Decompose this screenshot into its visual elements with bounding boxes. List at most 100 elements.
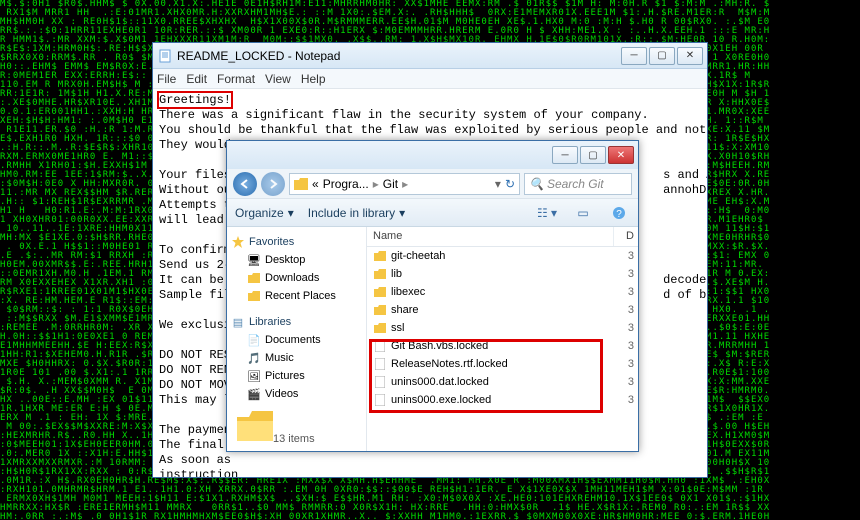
file-date: 3 [614, 376, 638, 388]
file-name: ReleaseNotes.rtf.locked [391, 358, 508, 370]
nav-item-documents[interactable]: 📄 Documents [231, 331, 362, 349]
file-row[interactable]: unins000.exe.locked 3 [367, 391, 638, 409]
breadcrumb-segment[interactable]: Git [383, 177, 398, 191]
close-button[interactable]: ✕ [677, 47, 703, 65]
column-header-date[interactable]: D [614, 227, 638, 246]
file-icon [373, 357, 387, 371]
menu-format[interactable]: Format [217, 72, 255, 86]
pictures-icon: 🖼 [247, 369, 261, 383]
desktop-icon: 🖥 [247, 253, 261, 267]
videos-icon: 🎬 [247, 387, 261, 401]
file-name: git-cheetah [391, 250, 445, 262]
breadcrumb-segment[interactable]: Progra... [323, 177, 369, 191]
menu-edit[interactable]: Edit [186, 72, 207, 86]
chevron-right-icon: ▸ [373, 177, 379, 191]
file-date: 3 [614, 358, 638, 370]
chevron-down-icon: ▾ [399, 206, 405, 220]
music-icon: 🎵 [247, 351, 261, 365]
close-button[interactable]: ✕ [608, 146, 634, 164]
nav-item-desktop[interactable]: 🖥 Desktop [231, 251, 362, 269]
menu-file[interactable]: File [157, 72, 176, 86]
folder-row[interactable]: git-cheetah 3 [367, 247, 638, 265]
file-name: Git Bash.vbs.locked [391, 340, 488, 352]
folder-row[interactable]: ssl 3 [367, 319, 638, 337]
nav-forward-button[interactable] [261, 172, 285, 196]
file-date: 3 [614, 322, 638, 334]
column-header-name[interactable]: Name [367, 227, 614, 246]
nav-item-pictures[interactable]: 🖼 Pictures [231, 367, 362, 385]
search-input[interactable]: 🔍 Search Git [524, 173, 632, 195]
nav-item-videos[interactable]: 🎬 Videos [231, 385, 362, 403]
status-item-count: 13 items [273, 433, 315, 445]
help-button[interactable]: ? [608, 204, 630, 222]
file-name: unins000.exe.locked [391, 394, 491, 406]
dropdown-icon[interactable]: ▾ [495, 177, 501, 191]
chevron-down-icon: ▾ [288, 206, 294, 220]
menu-help[interactable]: Help [301, 72, 326, 86]
explorer-nav-pane: Favorites 🖥 Desktop Downloads Recen [227, 227, 367, 451]
folder-icon [373, 267, 387, 281]
explorer-address-bar: « Progra... ▸ Git ▸ ▾ ↻ 🔍 Search Git [227, 169, 638, 199]
nav-item-recent-places[interactable]: Recent Places [231, 287, 362, 305]
minimize-button[interactable]: ─ [621, 47, 647, 65]
file-icon [373, 339, 387, 353]
address-field[interactable]: « Progra... ▸ Git ▸ ▾ ↻ [289, 173, 520, 195]
nav-section-favorites[interactable]: Favorites [231, 233, 362, 251]
greeting-highlight: Greetings! [159, 93, 231, 107]
file-row[interactable]: ReleaseNotes.rtf.locked 3 [367, 355, 638, 373]
search-icon: 🔍 [529, 177, 544, 191]
notepad-app-icon [159, 49, 173, 63]
explorer-window: ─ ▢ ✕ « Progra... ▸ Git ▸ ▾ ↻ 🔍 Search G… [226, 140, 639, 452]
folder-icon [247, 271, 261, 285]
folder-icon [247, 289, 261, 303]
explorer-titlebar[interactable]: ─ ▢ ✕ [227, 141, 638, 169]
nav-item-music[interactable]: 🎵 Music [231, 349, 362, 367]
folder-icon [373, 285, 387, 299]
file-date: 3 [614, 268, 638, 280]
file-date: 3 [614, 340, 638, 352]
explorer-file-list: Name D git-cheetah3lib3libexec3share3ssl… [367, 227, 638, 451]
nav-back-button[interactable] [233, 172, 257, 196]
notepad-menubar: File Edit Format View Help [153, 69, 707, 89]
organize-menu[interactable]: Organize ▾ [235, 206, 294, 220]
file-row[interactable]: Git Bash.vbs.locked 3 [367, 337, 638, 355]
view-options-button[interactable]: ☷ ▾ [536, 204, 558, 222]
notepad-titlebar[interactable]: README_LOCKED - Notepad ─ ▢ ✕ [153, 43, 707, 69]
file-name: ssl [391, 322, 404, 334]
folder-icon [373, 321, 387, 335]
folder-row[interactable]: lib 3 [367, 265, 638, 283]
preview-pane-button[interactable]: ▭ [572, 204, 594, 222]
explorer-toolbar: Organize ▾ Include in library ▾ ☷ ▾ ▭ ? [227, 199, 638, 227]
nav-item-downloads[interactable]: Downloads [231, 269, 362, 287]
file-row[interactable]: unins000.dat.locked 3 [367, 373, 638, 391]
file-date: 3 [614, 394, 638, 406]
menu-view[interactable]: View [265, 72, 291, 86]
minimize-button[interactable]: ─ [552, 146, 578, 164]
file-date: 3 [614, 250, 638, 262]
file-icon [373, 375, 387, 389]
file-icon [373, 393, 387, 407]
nav-section-libraries[interactable]: ▤ Libraries [231, 313, 362, 331]
notepad-title: README_LOCKED - Notepad [177, 49, 621, 63]
folder-row[interactable]: libexec3 [367, 283, 638, 301]
include-in-library-menu[interactable]: Include in library ▾ [308, 206, 405, 220]
search-placeholder: Search Git [547, 177, 604, 191]
maximize-button[interactable]: ▢ [580, 146, 606, 164]
folder-icon [294, 177, 308, 191]
file-name: unins000.dat.locked [391, 376, 489, 388]
libraries-icon: ▤ [231, 315, 245, 329]
folder-icon [373, 249, 387, 263]
folder-icon [373, 303, 387, 317]
star-icon [231, 235, 245, 249]
maximize-button[interactable]: ▢ [649, 47, 675, 65]
folder-icon-large [237, 411, 273, 441]
refresh-icon[interactable]: ↻ [505, 177, 515, 191]
file-name: lib [391, 268, 402, 280]
svg-text:?: ? [616, 209, 622, 220]
folder-row[interactable]: share 3 [367, 301, 638, 319]
file-name: share [391, 304, 419, 316]
file-name: libexec [391, 286, 425, 298]
breadcrumb-prefix: « [312, 177, 319, 191]
file-date: 3 [614, 304, 638, 316]
documents-icon: 📄 [247, 333, 261, 347]
